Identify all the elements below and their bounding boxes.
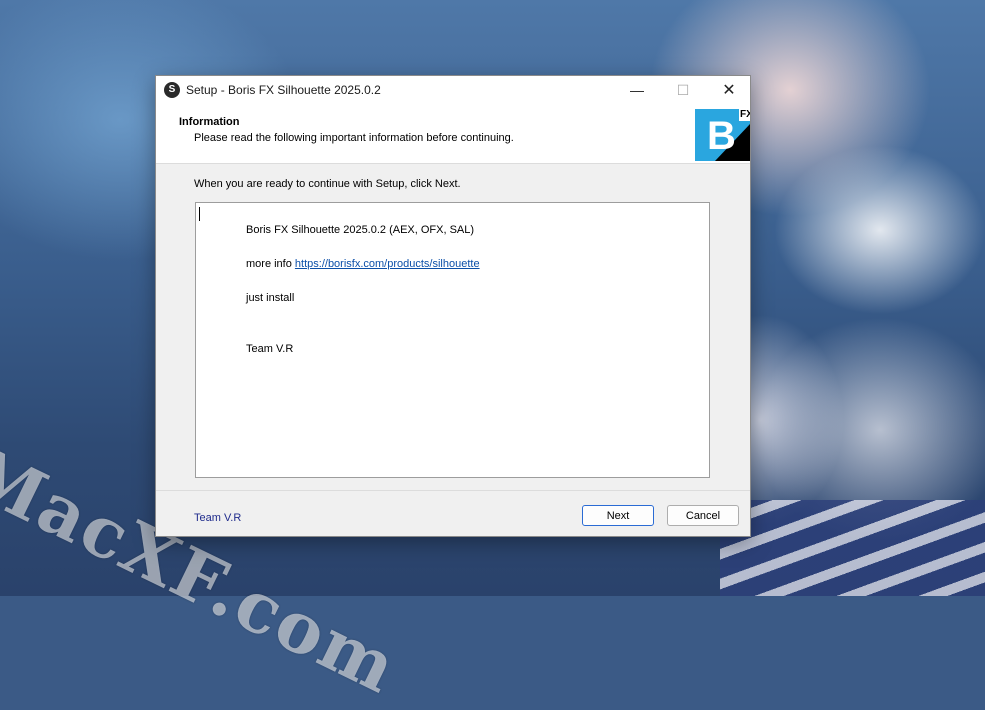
memo-team-line: Team V.R [246,343,294,355]
page-title: Information [179,116,240,128]
page-subtitle: Please read the following important info… [194,132,514,144]
close-button[interactable]: ✕ [706,76,752,105]
logo-letter: B [707,114,736,158]
setup-dialog: S Setup - Boris FX Silhouette 2025.0.2 —… [155,75,751,537]
window-title: Setup - Boris FX Silhouette 2025.0.2 [186,83,381,97]
footer-brand-label: Team V.R [194,512,242,524]
logo-badge: FX [739,109,750,121]
more-info-label: more info [246,258,295,270]
next-button[interactable]: Next [582,505,654,526]
wizard-header: Information Please read the following im… [156,105,750,163]
memo-more-info-line: more info https://borisfx.com/products/s… [246,258,480,270]
silhouette-app-icon: S [164,82,180,98]
info-memo-box[interactable]: Boris FX Silhouette 2025.0.2 (AEX, OFX, … [195,202,710,478]
product-link[interactable]: https://borisfx.com/products/silhouette [295,258,480,270]
intro-text: When you are ready to continue with Setu… [194,178,461,190]
title-bar[interactable]: S Setup - Boris FX Silhouette 2025.0.2 —… [156,76,750,105]
borisfx-logo: B FX [695,109,750,161]
header-divider [156,163,750,164]
memo-product-line: Boris FX Silhouette 2025.0.2 (AEX, OFX, … [246,224,475,236]
wallpaper-stripes [720,500,985,596]
cancel-button[interactable]: Cancel [667,505,739,526]
text-caret [199,207,200,221]
minimize-button[interactable]: — [614,76,660,105]
memo-install-line: just install [246,292,295,304]
footer-divider [156,490,750,491]
maximize-button[interactable]: ☐ [660,76,706,105]
